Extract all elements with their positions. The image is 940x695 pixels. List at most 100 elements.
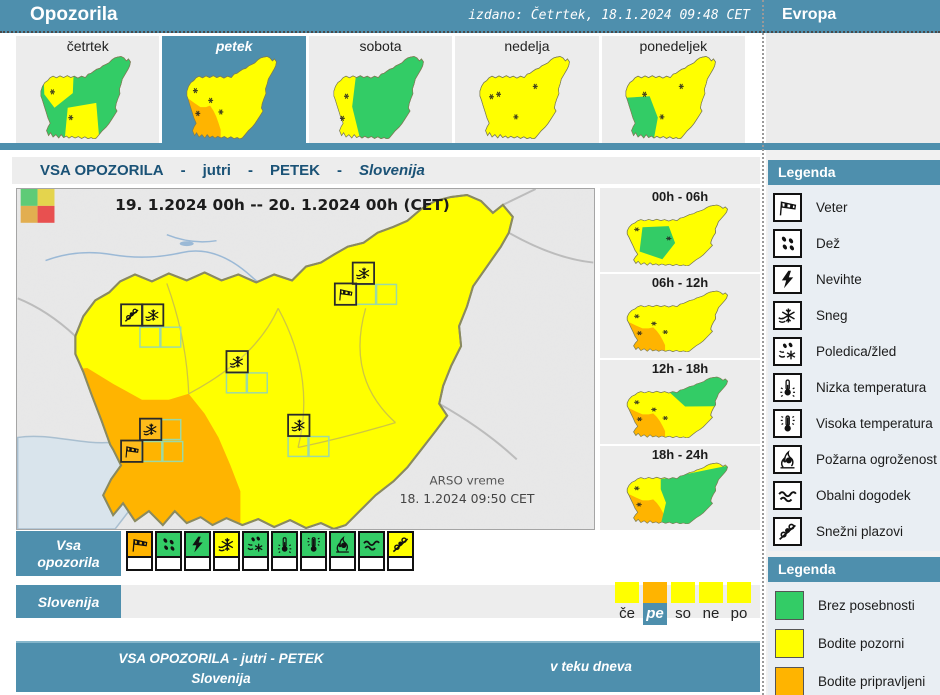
main-warning-map[interactable]: 19. 1.2024 00h -- 20. 1.2024 00h (CET)AR… (17, 189, 594, 529)
legend-item-storm: Nevihte (768, 261, 940, 297)
day-picker-ne[interactable]: ne (699, 582, 723, 625)
snow-warning-marker[interactable] (226, 351, 247, 372)
slovenia-minimap (468, 55, 586, 139)
filter-coastal[interactable] (358, 531, 385, 571)
filter-avalanche[interactable] (387, 531, 414, 571)
main-warning-map-panel[interactable]: 19. 1.2024 00h -- 20. 1.2024 00h (CET)AR… (16, 188, 595, 530)
avalanche-warning-marker[interactable] (121, 304, 142, 325)
wind-icon[interactable] (126, 531, 153, 558)
snow-warning-marker[interactable] (140, 419, 161, 440)
time-period-map-12h-18h[interactable]: 12h - 18h (600, 360, 760, 446)
subtitle-segment: PETEK (270, 162, 320, 179)
tab-day-label: četrtek (67, 37, 109, 55)
slovenia-minimap (614, 462, 746, 524)
snow-icon[interactable] (213, 531, 240, 558)
wind-icon (773, 193, 802, 222)
filter-ice[interactable] (242, 531, 269, 571)
day-picker: če pe so ne po (615, 582, 751, 625)
filter-low-temp[interactable] (271, 531, 298, 571)
footer-selection-summary: VSA OPOZORILA - jutri - PETEK Slovenija (76, 649, 366, 689)
time-period-map-00h-06h[interactable]: 00h - 06h (600, 188, 760, 274)
day-tabs: četrtek peteksobotanedeljaponedeljek (16, 36, 745, 145)
slovenia-minimap (614, 290, 746, 352)
filter-counter-box (358, 558, 385, 571)
wind-warning-marker[interactable] (121, 441, 142, 462)
legend-item-wind: Veter (768, 189, 940, 225)
filter-counter-box (329, 558, 356, 571)
slovenia-minimap (322, 55, 440, 139)
filter-snow[interactable] (213, 531, 240, 571)
time-period-label: 18h - 24h (652, 447, 708, 462)
avalanche-icon (773, 517, 802, 546)
day-level-square (727, 582, 751, 603)
filter-counter-box (300, 558, 327, 571)
subtitle-segment: VSA OPOZORILA (40, 162, 164, 179)
legend-item-label: Veter (816, 200, 848, 215)
legend-item-high-temp: Visoka temperatura (768, 405, 940, 441)
time-period-map-18h-24h[interactable]: 18h - 24h (600, 446, 760, 530)
page-subtitle-bar: VSA OPOZORILA-jutri-PETEK-Slovenija (12, 157, 760, 184)
issued-timestamp: izdano: Četrtek, 18.1.2024 09:48 CET (468, 8, 750, 23)
day-picker-po[interactable]: po (727, 582, 751, 625)
all-warnings-label-line2: opozorila (37, 554, 99, 571)
subtitle-segment: Slovenija (359, 162, 425, 179)
day-picker-če[interactable]: če (615, 582, 639, 625)
level-color-swatch (775, 629, 804, 658)
legend-item-label: Nizka temperatura (816, 380, 926, 395)
legend-item-ice: Poledica/žled (768, 333, 940, 369)
slovenia-minimap (614, 55, 732, 139)
time-period-maps: 00h - 06h06h - 12h 12h - 18h18h - 24h (600, 188, 760, 530)
filter-storm[interactable] (184, 531, 211, 571)
legend-item-label: Nevihte (816, 272, 862, 287)
tab-day-sobota[interactable]: sobota (309, 36, 452, 145)
low-temp-icon[interactable] (271, 531, 298, 558)
legend-color-item: Brez posebnosti (768, 586, 940, 624)
snow-icon (773, 301, 802, 330)
all-warnings-button[interactable]: Vsa opozorila (16, 531, 121, 576)
column-divider (762, 0, 764, 695)
tab-day-ponedeljek[interactable]: ponedeljek (602, 36, 745, 145)
subtitle-segment: - (248, 162, 253, 179)
day-picker-label: če (615, 603, 639, 625)
tab-evropa[interactable]: Evropa (782, 6, 836, 24)
rain-icon[interactable] (155, 531, 182, 558)
legend-item-label: Dež (816, 236, 840, 251)
snow-warning-marker[interactable] (353, 263, 374, 284)
level-color-label: Bodite pozorni (818, 636, 904, 651)
day-picker-so[interactable]: so (671, 582, 695, 625)
filter-fire[interactable] (329, 531, 356, 571)
legend-item-low-temp: Nizka temperatura (768, 369, 940, 405)
filter-wind[interactable] (126, 531, 153, 571)
tab-day-četrtek[interactable]: četrtek (16, 36, 159, 145)
high-temp-icon[interactable] (300, 531, 327, 558)
filter-rain[interactable] (155, 531, 182, 571)
header-bar: Opozorila izdano: Četrtek, 18.1.2024 09:… (0, 0, 940, 33)
coastal-icon[interactable] (358, 531, 385, 558)
tab-day-nedelja[interactable]: nedelja (455, 36, 598, 145)
footer-line2: Slovenija (76, 669, 366, 689)
snow-warning-marker[interactable] (288, 415, 309, 436)
wind-warning-marker[interactable] (335, 283, 356, 304)
storm-icon[interactable] (184, 531, 211, 558)
legend-color-item: Bodite pozorni (768, 624, 940, 662)
avalanche-icon[interactable] (387, 531, 414, 558)
level-color-swatch (775, 591, 804, 620)
day-level-square (615, 582, 639, 603)
filter-counter-box (213, 558, 240, 571)
fire-icon[interactable] (329, 531, 356, 558)
day-level-square (671, 582, 695, 603)
level-color-label: Bodite pripravljeni (818, 674, 925, 689)
ice-icon[interactable] (242, 531, 269, 558)
day-picker-pe[interactable]: pe (643, 582, 667, 625)
filter-high-temp[interactable] (300, 531, 327, 571)
filter-counter-box (387, 558, 414, 571)
time-period-label: 06h - 12h (652, 275, 708, 290)
snow-warning-marker[interactable] (142, 304, 163, 325)
subtitle-segment: - (337, 162, 342, 179)
legend-item-snow: Sneg (768, 297, 940, 333)
time-period-map-06h-12h[interactable]: 06h - 12h (600, 274, 760, 360)
risk-scale-key (21, 189, 55, 223)
region-slovenija-button[interactable]: Slovenija (16, 585, 121, 618)
tab-day-petek[interactable]: petek (162, 36, 305, 145)
legend-item-label: Visoka temperatura (816, 416, 933, 431)
